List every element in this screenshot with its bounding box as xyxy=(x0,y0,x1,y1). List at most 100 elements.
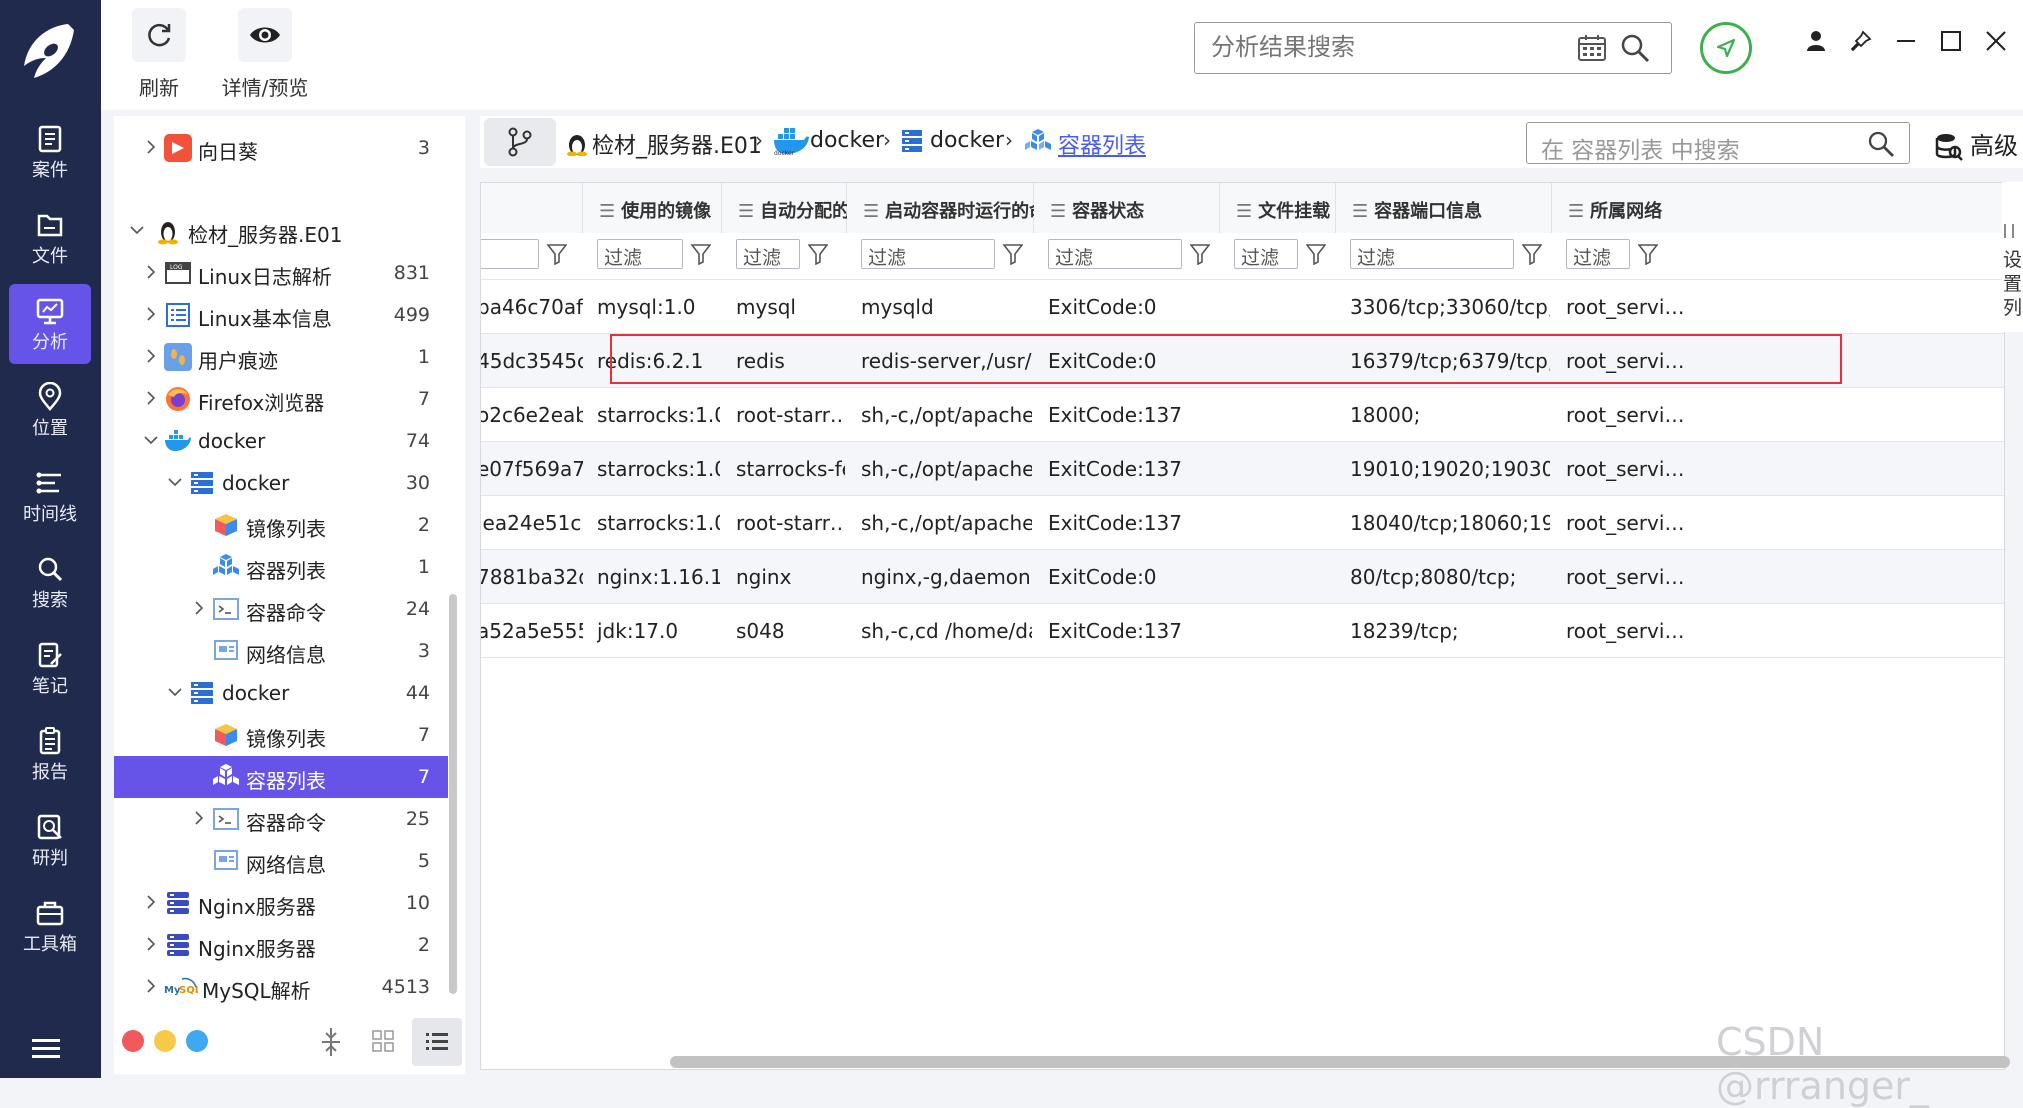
tree-scrollbar[interactable] xyxy=(449,594,457,994)
table-row[interactable]: 7881ba32d… nginx:1.16.1 nginx nginx,-g,daem… xyxy=(481,549,2004,603)
column-menu-icon[interactable]: ☰ xyxy=(738,201,754,222)
column-menu-icon[interactable]: ☰ xyxy=(1568,201,1584,222)
menu-icon[interactable] xyxy=(32,1038,60,1060)
nav-item-report[interactable]: 报告 xyxy=(9,714,91,794)
send-button[interactable] xyxy=(1700,22,1752,74)
tree-item[interactable]: Linux基本信息 499 xyxy=(114,294,448,336)
chevron-right-icon[interactable] xyxy=(144,307,158,321)
nav-item-toolbox[interactable]: 工具箱 xyxy=(9,886,91,966)
tree-item[interactable]: My SQL MySQL解析 4513 xyxy=(114,966,448,1008)
tree-item[interactable]: Nginx服务器 2 xyxy=(114,924,448,966)
breadcrumb-docker-2[interactable]: docker xyxy=(930,128,1004,153)
tree-item[interactable]: LOG Linux日志解析 831 xyxy=(114,252,448,294)
table-row[interactable]: o2c6e2eaba… starrocks:1.0 root-starr… sh,-c… xyxy=(481,387,2004,441)
refresh-button[interactable]: 刷新 xyxy=(113,8,205,101)
column-menu-icon[interactable]: ☰ xyxy=(599,201,615,222)
calendar-icon[interactable] xyxy=(1577,34,1607,62)
chevron-right-icon[interactable] xyxy=(192,811,206,825)
column-header[interactable]: ☰ 自动分配的容 xyxy=(722,183,868,233)
column-header-id[interactable] xyxy=(481,183,583,233)
tree-item[interactable]: 网络信息 3 xyxy=(114,630,448,672)
tree-item[interactable]: 用户痕迹 1 xyxy=(114,336,448,378)
column-settings-button[interactable]: 设置列 xyxy=(2002,182,2023,332)
tree-item[interactable]: 镜像列表 2 xyxy=(114,504,448,546)
nav-item-search[interactable]: 搜索 xyxy=(9,542,91,622)
tree-item[interactable]: 容器命令 25 xyxy=(114,798,448,840)
chevron-right-icon[interactable] xyxy=(144,349,158,363)
breadcrumb-container-list[interactable]: 容器列表 xyxy=(1058,128,1146,160)
nav-item-location[interactable]: 位置 xyxy=(9,370,91,450)
filter-funnel-icon[interactable] xyxy=(547,243,567,265)
filter-funnel-icon[interactable] xyxy=(1003,243,1023,265)
filter-funnel-icon[interactable] xyxy=(1638,243,1658,265)
tree-item[interactable]: docker 74 xyxy=(114,420,448,462)
nav-item-timeline[interactable]: 时间线 xyxy=(9,456,91,536)
detail-preview-button[interactable]: 详情/预览 xyxy=(209,8,321,101)
container-search-box[interactable]: 在 容器列表 中搜索 xyxy=(1526,122,1910,164)
analysis-search-input[interactable] xyxy=(1209,33,1549,63)
tree-item[interactable]: 网络信息 5 xyxy=(114,840,448,882)
table-row[interactable]: ba46c70af6… mysql:1.0 mysql mysqld ExitCode:… xyxy=(481,279,2004,333)
tree-item[interactable]: Nginx服务器 10 xyxy=(114,882,448,924)
filter-input[interactable]: 过滤 xyxy=(1048,239,1182,269)
column-header[interactable]: ☰ 启动容器时运行的命令 xyxy=(847,183,1065,233)
search-icon[interactable] xyxy=(1867,130,1895,158)
blue-dot-icon[interactable] xyxy=(186,1030,208,1052)
table-row[interactable]: a52a5e555… jdk:17.0 s048 sh,-c,cd /home/dat… xyxy=(481,603,2004,657)
close-icon[interactable] xyxy=(1985,30,2007,52)
tree-item[interactable]: docker 30 xyxy=(114,462,448,504)
filter-input[interactable]: 过滤 xyxy=(597,239,683,269)
tree-item[interactable]: 镜像列表 7 xyxy=(114,714,448,756)
yellow-dot-icon[interactable] xyxy=(154,1030,176,1052)
column-menu-icon[interactable]: ☰ xyxy=(1352,201,1368,222)
nav-item-file[interactable]: 文件 xyxy=(9,198,91,278)
red-dot-icon[interactable] xyxy=(122,1030,144,1052)
filter-input[interactable]: 过滤 xyxy=(1350,239,1514,269)
chevron-down-icon[interactable] xyxy=(144,433,158,447)
advanced-search-button[interactable]: 高级 xyxy=(1934,126,2018,162)
filter-funnel-icon[interactable] xyxy=(808,243,828,265)
breadcrumb-docker-1[interactable]: docker xyxy=(810,128,884,153)
column-header[interactable]: ☰ 文件挂载 xyxy=(1220,183,1336,233)
chevron-right-icon[interactable] xyxy=(144,937,158,951)
pin-icon[interactable] xyxy=(1850,30,1872,52)
chevron-down-icon[interactable] xyxy=(168,475,182,489)
tree-item[interactable]: 容器列表 7 xyxy=(114,756,448,798)
chevron-right-icon[interactable] xyxy=(144,265,158,279)
nav-item-judge[interactable]: 研判 xyxy=(9,800,91,880)
branch-button[interactable] xyxy=(484,118,556,166)
nav-item-analysis[interactable]: 分析 xyxy=(9,284,91,364)
filter-input[interactable]: 过滤 xyxy=(736,239,800,269)
chevron-right-icon[interactable] xyxy=(144,895,158,909)
column-header[interactable]: ☰ 容器状态 xyxy=(1034,183,1220,233)
chevron-right-icon[interactable] xyxy=(144,391,158,405)
user-icon[interactable] xyxy=(1805,30,1827,52)
table-row[interactable]: e07f569a71… starrocks:1.0 starrocks-fe sh,-… xyxy=(481,441,2004,495)
table-row[interactable]: lea24e51c3… starrocks:1.0 root-starr… sh,-c… xyxy=(481,495,2004,549)
column-menu-icon[interactable]: ☰ xyxy=(1050,201,1066,222)
tree-item[interactable]: Firefox浏览器 7 xyxy=(114,378,448,420)
chevron-right-icon[interactable] xyxy=(144,140,158,154)
filter-input[interactable]: 过滤 xyxy=(861,239,995,269)
maximize-icon[interactable] xyxy=(1940,30,1962,52)
chevron-down-icon[interactable] xyxy=(130,223,144,237)
nav-item-notes[interactable]: 笔记 xyxy=(9,628,91,708)
filter-funnel-icon[interactable] xyxy=(1522,243,1542,265)
column-menu-icon[interactable]: ☰ xyxy=(863,201,879,222)
filter-input[interactable]: 过滤 xyxy=(1566,239,1630,269)
tree-item[interactable]: 检材_服务器.E01 xyxy=(114,210,448,252)
column-header[interactable]: ☰ 所属网络 xyxy=(1552,183,2004,233)
column-menu-icon[interactable]: ☰ xyxy=(1236,201,1252,222)
tree-item[interactable]: 容器列表 1 xyxy=(114,546,448,588)
analysis-search-box[interactable] xyxy=(1194,22,1672,74)
filter-funnel-icon[interactable] xyxy=(1190,243,1210,265)
tree-item[interactable]: 向日葵 3 xyxy=(114,127,448,169)
grid-view-icon[interactable] xyxy=(372,1030,394,1052)
column-header[interactable]: ☰ 使用的镜像 xyxy=(583,183,722,233)
filter-input[interactable] xyxy=(481,239,539,269)
list-view-button[interactable] xyxy=(412,1018,462,1066)
chevron-down-icon[interactable] xyxy=(168,685,182,699)
breadcrumb-root[interactable]: 检材_服务器.E01 xyxy=(592,128,762,160)
collapse-all-icon[interactable] xyxy=(320,1028,342,1056)
chevron-right-icon[interactable] xyxy=(144,979,158,993)
